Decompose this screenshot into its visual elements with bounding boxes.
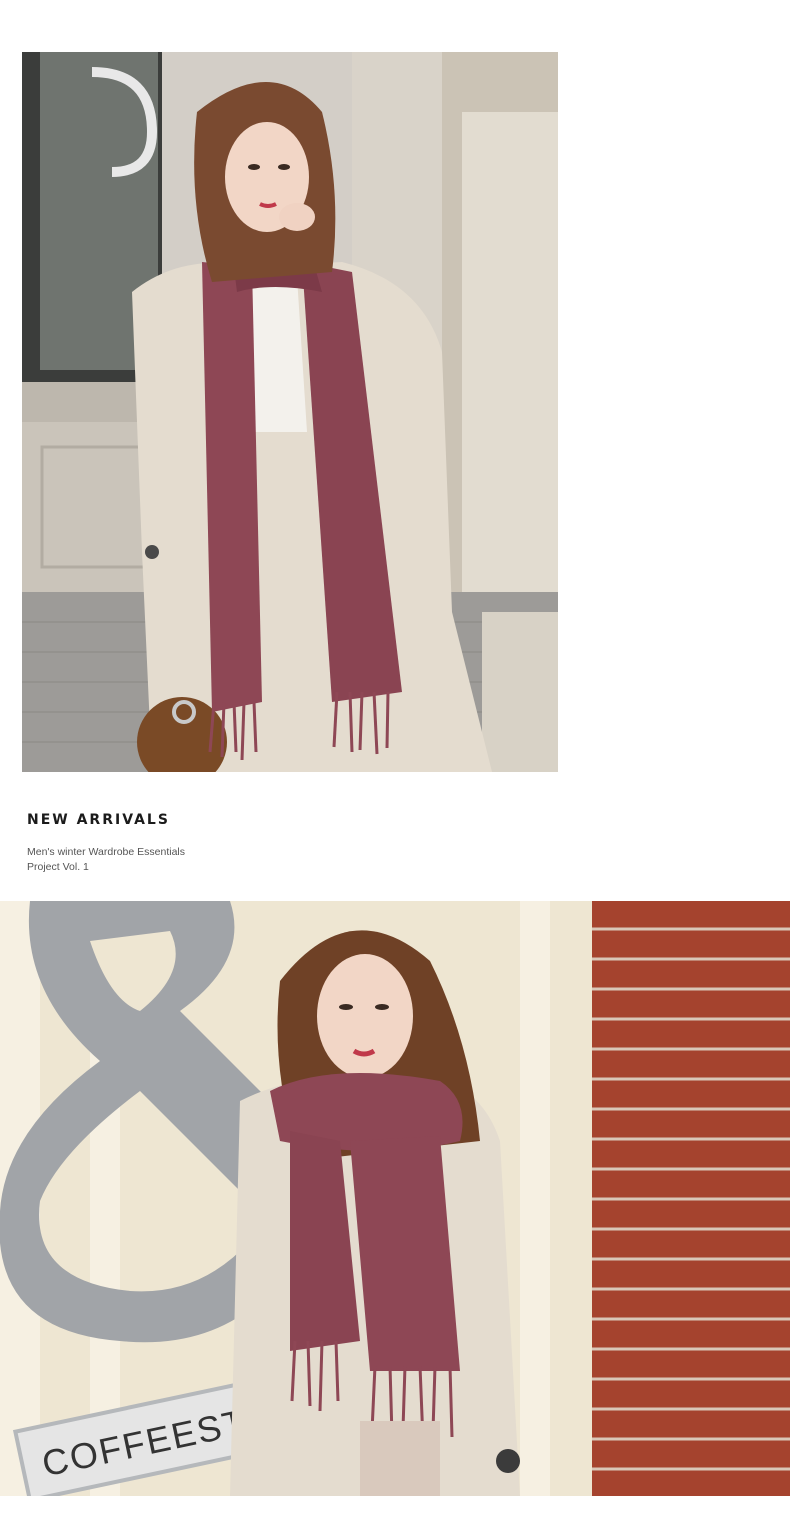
hero-photo-scarf-street xyxy=(22,52,558,772)
lifestyle-photo-illustration: COFFEEST xyxy=(0,901,790,1496)
section-subtitle: Men's winter Wardrobe Essentials Project… xyxy=(27,845,185,875)
subtitle-line-1: Men's winter Wardrobe Essentials xyxy=(27,846,186,858)
hero-photo-illustration xyxy=(22,52,558,772)
lifestyle-photo-scarf-ampersand: COFFEEST xyxy=(0,901,790,1496)
section-title: NEW ARRIVALS xyxy=(27,812,170,828)
subtitle-line-2: Project Vol. 1 xyxy=(27,861,89,873)
